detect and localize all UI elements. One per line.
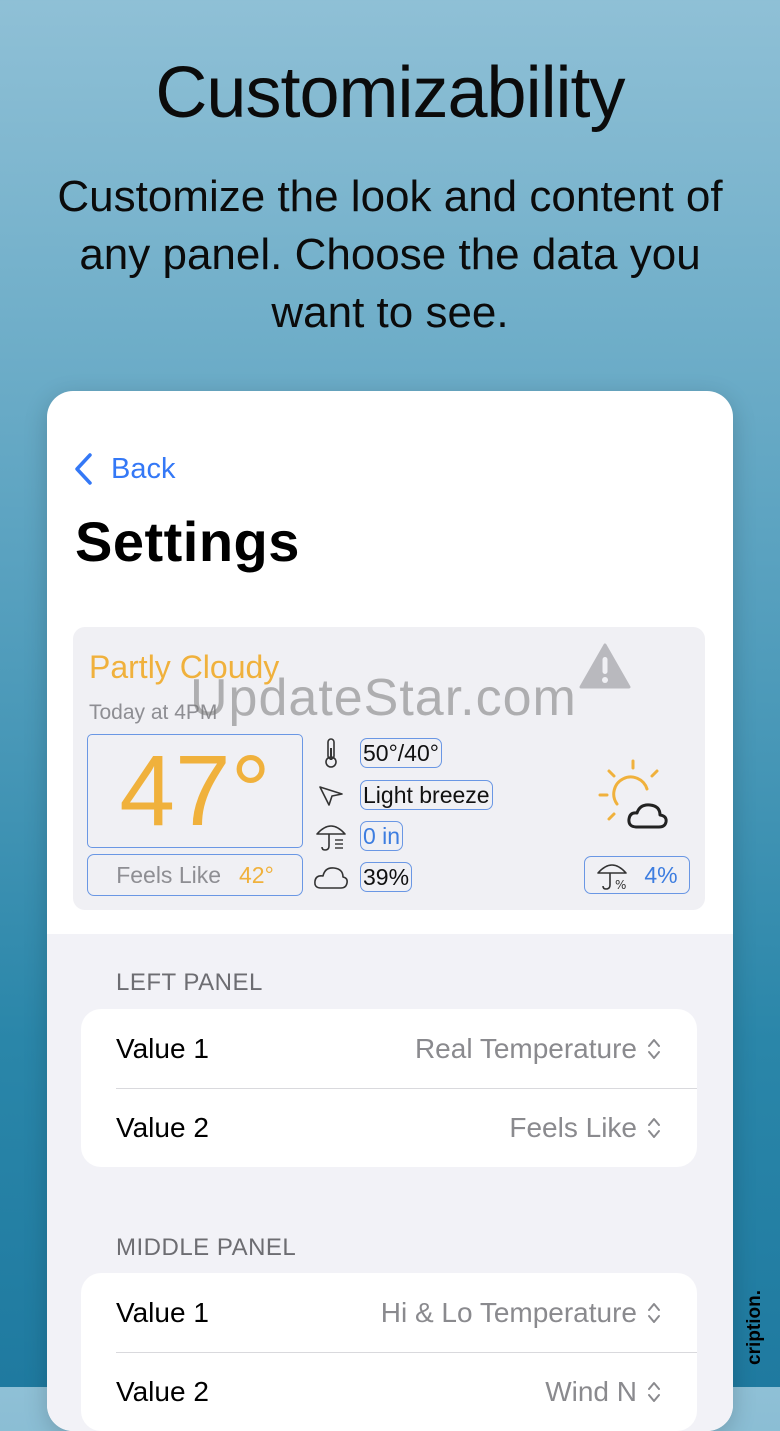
side-note: cription. [744, 1290, 765, 1365]
section-header-left-panel: LEFT PANEL [116, 969, 263, 996]
cloud-cover-value: 39% [360, 862, 413, 892]
row-value-text: Real Temperature [414, 1032, 637, 1064]
precip-amount-row[interactable]: 0 in [311, 820, 404, 852]
chevron-up-down-icon [648, 1038, 660, 1059]
chevron-up-down-icon [648, 1381, 660, 1402]
feels-like-value: 42° [239, 861, 274, 888]
umbrella-percent-icon: % [597, 864, 628, 891]
row-value[interactable]: Wind N [545, 1376, 661, 1408]
precip-amount-value: 0 in [360, 821, 404, 851]
back-button[interactable]: Back [73, 449, 175, 489]
row-label: Value 2 [116, 1111, 209, 1143]
feels-like-label: Feels Like [116, 861, 222, 888]
row-value-text: Wind N [545, 1375, 637, 1407]
row-label: Value 1 [116, 1032, 209, 1064]
thermometer-icon [325, 738, 337, 768]
alert-triangle-icon[interactable] [579, 643, 631, 689]
row-value[interactable]: Real Temperature [415, 1033, 661, 1065]
partly-cloudy-icon [598, 759, 668, 829]
temperature-display[interactable]: 47° [87, 734, 303, 848]
feels-like-box[interactable]: Feels Like 42° [87, 854, 303, 896]
left-panel-value-2-row[interactable]: Value 2 Feels Like [81, 1088, 697, 1167]
row-value[interactable]: Feels Like [509, 1112, 661, 1144]
wind-value: Light breeze [360, 780, 493, 810]
row-value[interactable]: Hi & Lo Temperature [381, 1297, 661, 1329]
back-label: Back [111, 452, 176, 485]
watermark: UpdateStar.com [190, 669, 577, 727]
row-label: Value 2 [116, 1375, 209, 1407]
headline: Customizability [155, 53, 625, 133]
precip-chance-value: 4% [644, 861, 678, 888]
cloud-cover-row[interactable]: 39% [311, 861, 413, 893]
row-label: Value 1 [116, 1296, 209, 1328]
left-panel-group: Value 1 Real Temperature Value 2 Feels L… [81, 1009, 697, 1167]
hi-lo-value: 50°/40° [360, 738, 442, 768]
left-panel-value-1-row[interactable]: Value 1 Real Temperature [81, 1009, 697, 1088]
row-value-text: Feels Like [509, 1111, 637, 1143]
middle-panel-group: Value 1 Hi & Lo Temperature Value 2 Wind… [81, 1273, 697, 1431]
umbrella-icon [316, 825, 346, 851]
settings-screen: Back Settings Partly Cloudy Today at 4PM… [47, 391, 733, 1431]
subline: Customize the look and content of any pa… [57, 172, 723, 337]
wind-arrow-icon [319, 786, 343, 806]
row-value-text: Hi & Lo Temperature [380, 1296, 637, 1328]
hi-lo-row[interactable]: 50°/40° [311, 737, 442, 769]
chevron-up-down-icon [648, 1302, 660, 1323]
section-header-middle-panel: MIDDLE PANEL [116, 1234, 297, 1261]
middle-panel-value-1-row[interactable]: Value 1 Hi & Lo Temperature [81, 1273, 697, 1352]
page-title: Settings [75, 510, 300, 573]
wind-row[interactable]: Light breeze [311, 779, 493, 811]
chevron-up-down-icon [648, 1117, 660, 1138]
precip-chance-box[interactable]: % 4% [584, 856, 690, 894]
cloud-icon [314, 867, 348, 889]
middle-panel-value-2-row[interactable]: Value 2 Wind N [81, 1352, 697, 1431]
chevron-left-icon [75, 453, 92, 485]
svg-text:%: % [615, 878, 626, 891]
